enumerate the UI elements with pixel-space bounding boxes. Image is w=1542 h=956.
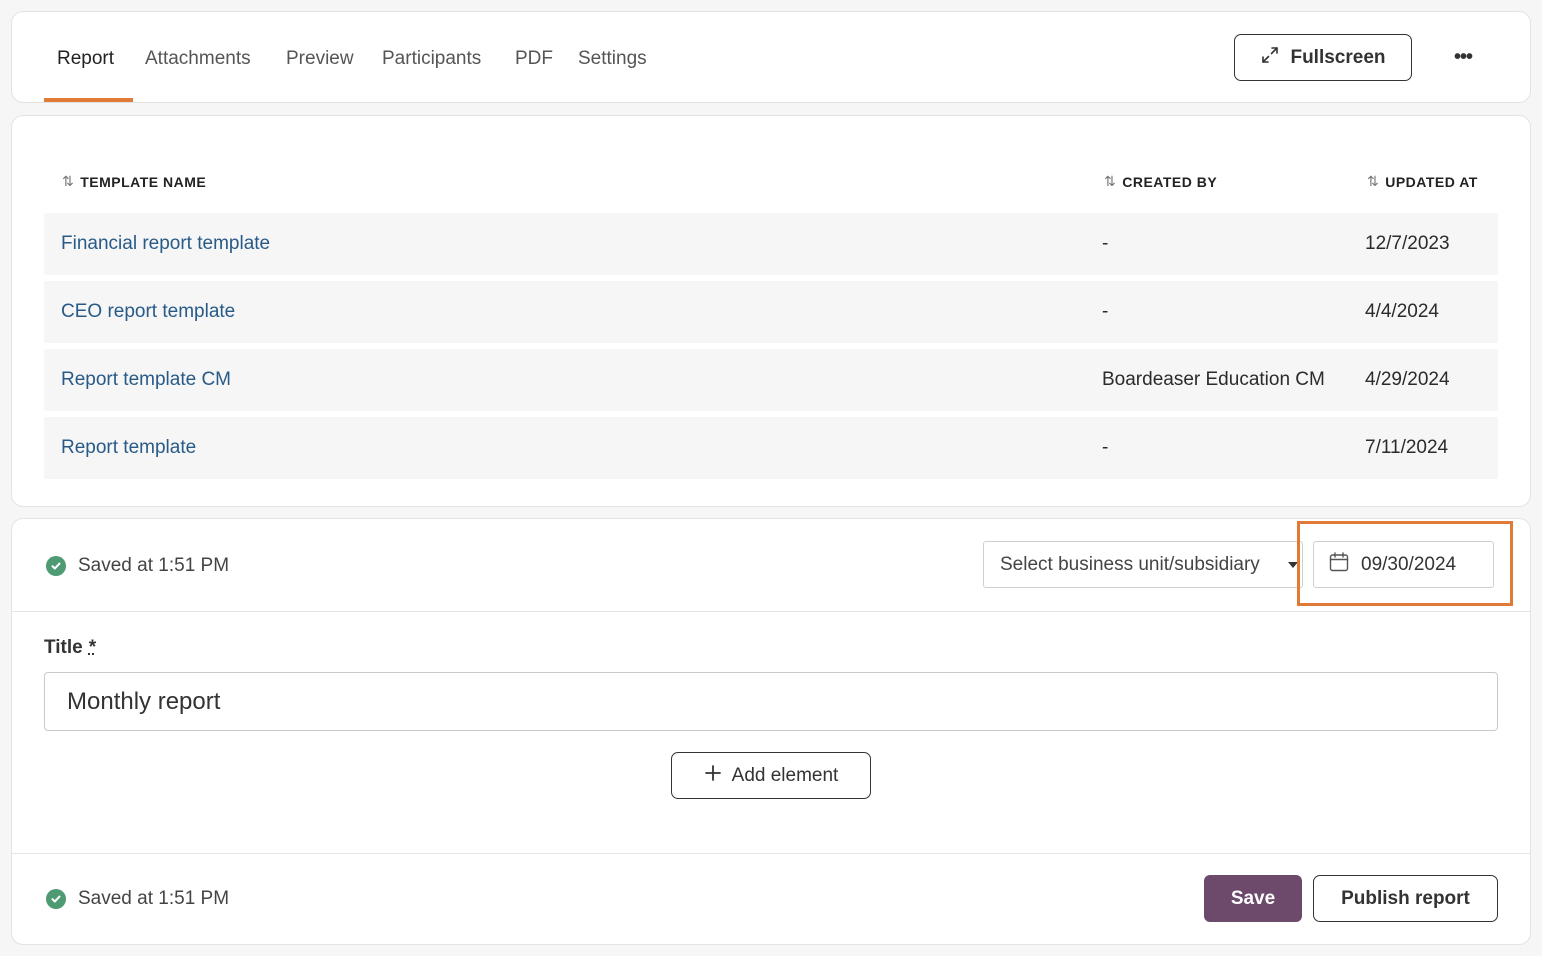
tab-pdf[interactable]: PDF (515, 48, 553, 70)
table-row[interactable]: Financial report template - 12/7/2023 (44, 213, 1498, 275)
date-picker-input[interactable]: 09/30/2024 (1313, 541, 1494, 588)
add-element-button[interactable]: Add element (671, 752, 871, 799)
templates-table: ⇅ TEMPLATE NAME ⇅ CREATED BY ⇅ UPDATED A… (11, 115, 1531, 507)
business-unit-select[interactable]: Select business unit/subsidiary (983, 541, 1303, 588)
sort-icon: ⇅ (1104, 173, 1117, 189)
check-circle-icon (46, 556, 66, 576)
plus-icon (704, 764, 722, 788)
template-name-link[interactable]: Report template (61, 417, 196, 479)
updated-at-cell: 12/7/2023 (1365, 233, 1450, 254)
save-button[interactable]: Save (1204, 875, 1302, 922)
table-row[interactable]: Report template CM Boardeaser Education … (44, 349, 1498, 411)
required-marker: * (88, 637, 97, 658)
table-row[interactable]: Report template - 7/11/2024 (44, 417, 1498, 479)
sort-icon: ⇅ (62, 173, 75, 189)
template-name-link[interactable]: Financial report template (61, 213, 270, 275)
expand-icon (1260, 45, 1280, 71)
publish-report-button[interactable]: Publish report (1313, 875, 1498, 922)
tab-settings[interactable]: Settings (578, 48, 647, 70)
fullscreen-button[interactable]: Fullscreen (1234, 34, 1412, 81)
calendar-icon (1328, 551, 1350, 579)
column-header-created-by[interactable]: ⇅ CREATED BY (1104, 173, 1217, 190)
check-circle-icon (46, 889, 66, 909)
divider (12, 611, 1530, 612)
tab-attachments[interactable]: Attachments (145, 48, 251, 70)
date-value: 09/30/2024 (1361, 553, 1457, 575)
tab-participants[interactable]: Participants (382, 48, 481, 70)
table-row[interactable]: CEO report template - 4/4/2024 (44, 281, 1498, 343)
created-by-cell: Boardeaser Education CM (1102, 369, 1325, 390)
updated-at-cell: 7/11/2024 (1365, 437, 1449, 458)
divider (12, 853, 1530, 854)
column-header-updated-at[interactable]: ⇅ UPDATED AT (1367, 173, 1478, 190)
template-name-link[interactable]: CEO report template (61, 281, 235, 343)
created-by-cell: - (1102, 301, 1109, 322)
more-options-icon[interactable]: ••• (1448, 42, 1478, 72)
template-name-link[interactable]: Report template CM (61, 349, 231, 411)
created-by-cell: - (1102, 437, 1109, 458)
title-input[interactable] (44, 672, 1498, 731)
tab-bar: Report Attachments Preview Participants … (11, 11, 1531, 103)
report-editor: Saved at 1:51 PM Select business unit/su… (11, 518, 1531, 945)
saved-status-bottom: Saved at 1:51 PM (46, 888, 229, 910)
active-tab-indicator (44, 98, 133, 102)
updated-at-cell: 4/4/2024 (1365, 301, 1439, 322)
business-unit-placeholder: Select business unit/subsidiary (1000, 553, 1260, 575)
column-header-template-name[interactable]: ⇅ TEMPLATE NAME (62, 173, 206, 190)
title-label: Title * (44, 637, 97, 658)
tab-report[interactable]: Report (57, 48, 114, 70)
tab-preview[interactable]: Preview (286, 48, 354, 70)
created-by-cell: - (1102, 233, 1109, 254)
sort-icon: ⇅ (1367, 173, 1380, 189)
updated-at-cell: 4/29/2024 (1365, 369, 1450, 390)
fullscreen-label: Fullscreen (1290, 46, 1386, 68)
saved-status-top: Saved at 1:51 PM (46, 555, 229, 577)
add-element-label: Add element (731, 764, 839, 786)
